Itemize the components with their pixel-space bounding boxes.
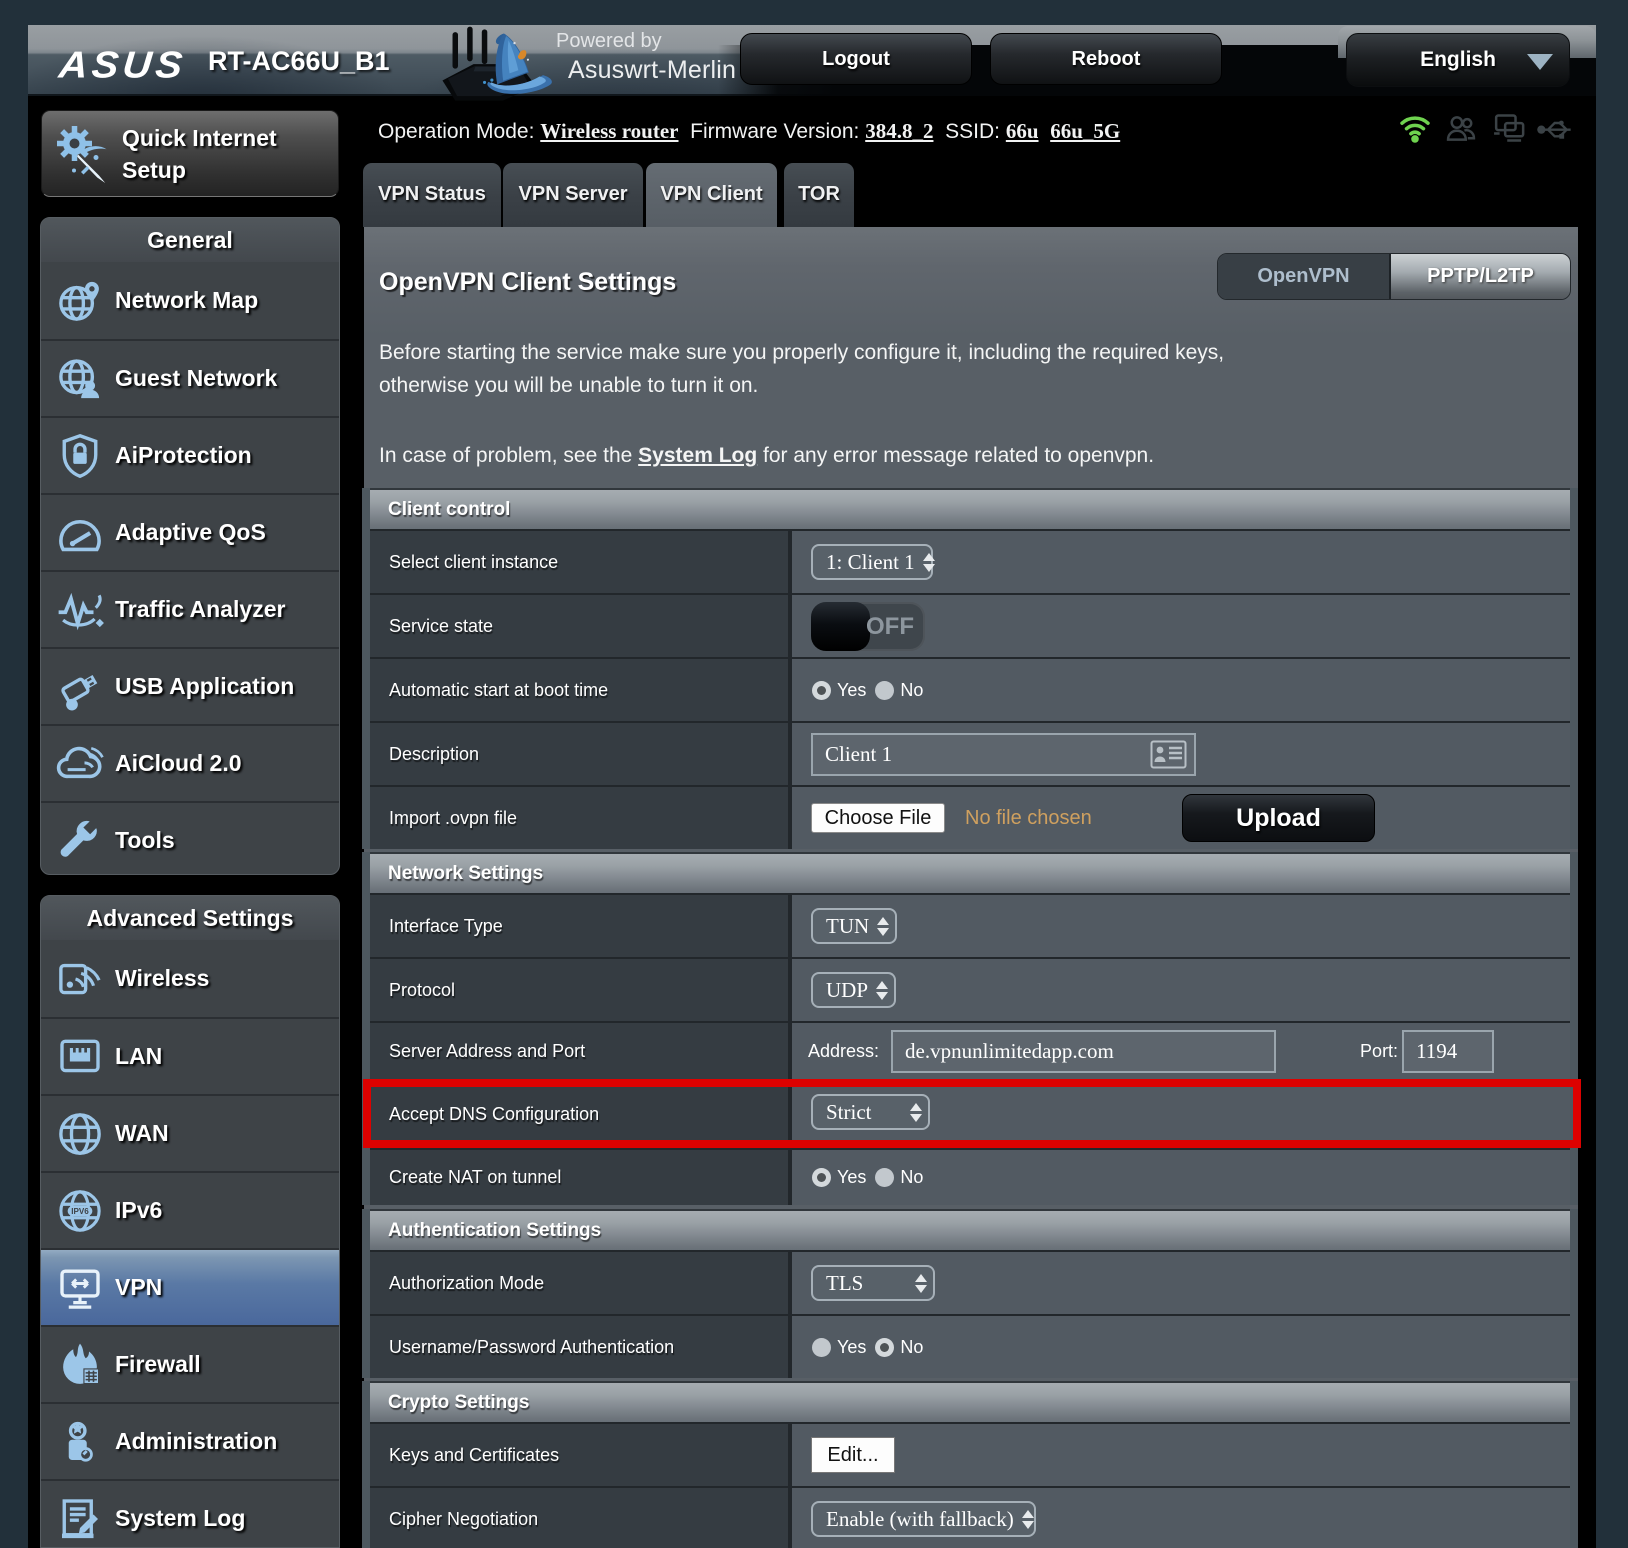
svg-text:IPV6: IPV6 xyxy=(71,1207,89,1216)
